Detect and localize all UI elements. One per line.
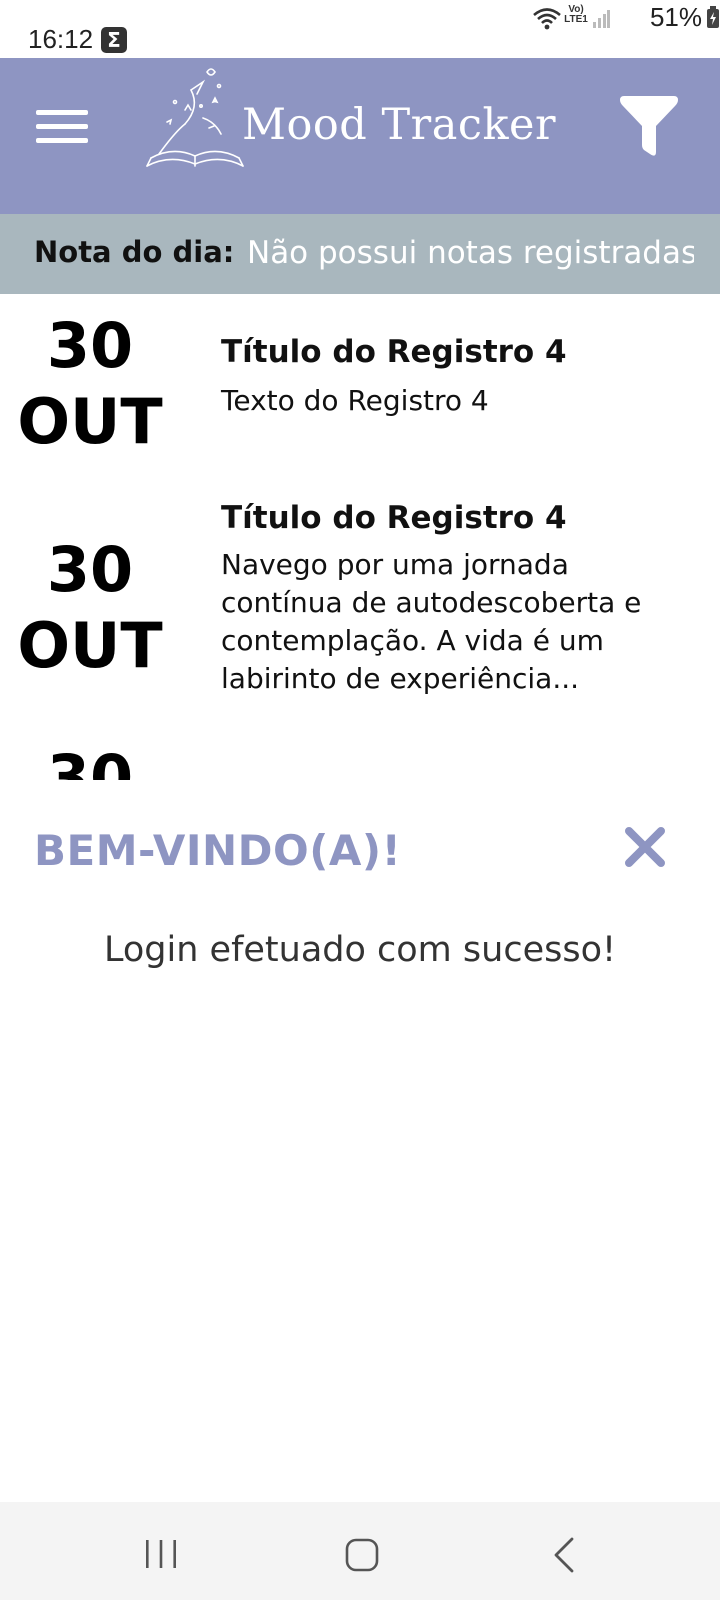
entry-day: 30: [46, 533, 134, 606]
back-icon[interactable]: [553, 1537, 575, 1573]
entry-day: 30: [46, 741, 134, 780]
close-icon[interactable]: [624, 826, 666, 868]
lte-label: Vo) LTE1: [564, 4, 588, 25]
nota-value: Não possui notas registradas: [247, 235, 694, 271]
battery-icon: [707, 6, 719, 28]
entry-month: OUT: [17, 385, 163, 458]
entry-date: 30 OUT: [14, 308, 166, 460]
app-title: Mood Tracker: [242, 100, 557, 150]
status-time: 16:12: [28, 24, 94, 54]
book-logo-icon: [146, 68, 244, 167]
sigma-icon: Σ: [101, 27, 127, 53]
signal-icon: [593, 10, 610, 28]
home-icon[interactable]: [345, 1538, 379, 1572]
welcome-message: Login efetuado com sucesso!: [103, 930, 617, 970]
welcome-panel: BEM-VINDO(A)! Login efetuado com sucesso…: [0, 780, 720, 1502]
list-item[interactable]: 30 OUT Título do Registro 4 Texto do Reg…: [0, 308, 720, 468]
nota-do-dia-bar: Nota do dia: Não possui notas registrada…: [0, 214, 720, 294]
welcome-title: BEM-VINDO(A)!: [34, 826, 402, 875]
wifi-icon: [533, 8, 561, 30]
entry-text: Navego por uma jornada contínua de autod…: [221, 548, 642, 695]
entry-title: Título do Registro 4: [221, 334, 567, 370]
entry-month: OUT: [17, 609, 163, 682]
entry-day: 30: [46, 309, 134, 382]
entry-title: Título do Registro 4: [221, 500, 567, 536]
list-item[interactable]: 30: [0, 740, 720, 780]
entry-list: 30 OUT Título do Registro 4 Texto do Reg…: [0, 294, 720, 780]
list-item[interactable]: 30 OUT Título do Registro 4 Navego por u…: [0, 500, 720, 720]
system-nav-bar: [0, 1502, 720, 1600]
battery-percentage: 51%: [649, 2, 702, 32]
entry-text: Texto do Registro 4: [221, 384, 489, 417]
entry-date: 30: [14, 740, 166, 780]
entry-date: 30 OUT: [14, 532, 166, 684]
app-header: Mood Tracker: [0, 58, 720, 214]
filter-icon[interactable]: [618, 96, 680, 158]
nota-label: Nota do dia:: [34, 235, 235, 269]
menu-icon[interactable]: [36, 110, 88, 150]
status-bar: 16:12 Σ Vo) LTE1 51%: [0, 0, 720, 58]
recents-icon[interactable]: [144, 1539, 178, 1569]
